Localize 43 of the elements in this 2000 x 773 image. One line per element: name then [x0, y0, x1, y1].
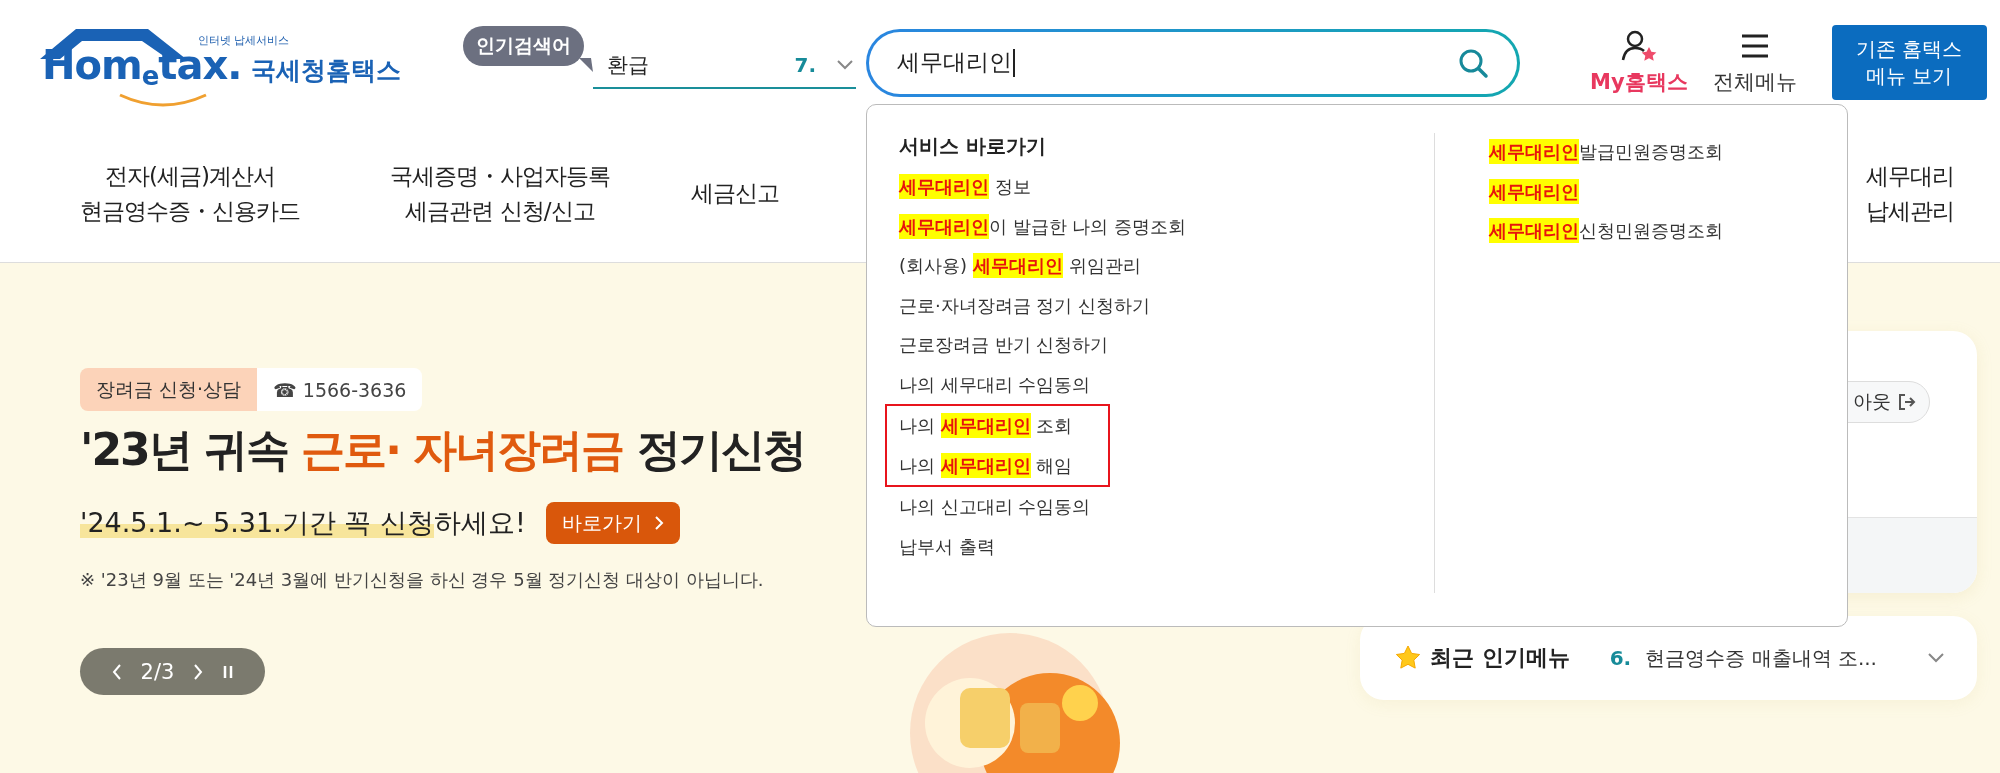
- nav-item[interactable]: 세금신고: [680, 176, 790, 211]
- nav-item[interactable]: 국세증명・사업자등록 세금관련 신청/신고: [350, 159, 650, 228]
- dropdown-item[interactable]: 나의 세무대리 수임동의: [899, 364, 1434, 404]
- dropdown-item[interactable]: 세무대리인 정보: [899, 167, 1434, 207]
- dropdown-item[interactable]: 근로·자녀장려금 정기 신청하기: [899, 285, 1434, 325]
- legacy-menu-button[interactable]: 기존 홈택스 메뉴 보기: [1831, 25, 1987, 100]
- dropdown-item[interactable]: 세무대리인: [1489, 171, 1723, 211]
- star-icon: [1394, 644, 1422, 672]
- bubble-tail-icon: [579, 57, 593, 72]
- dropdown-item[interactable]: 나의 신고대리 수임동의: [899, 487, 1434, 527]
- dropdown-heading: 서비스 바로가기: [899, 133, 1047, 160]
- next-icon[interactable]: [192, 662, 205, 681]
- header-link[interactable]: 전체메뉴: [1712, 29, 1797, 96]
- slide-counter: 2/3: [140, 659, 175, 684]
- dropdown-item[interactable]: 세무대리인이 발급한 나의 증명조회: [899, 206, 1434, 246]
- previous-icon[interactable]: [110, 662, 123, 681]
- dropdown-item[interactable]: 근로장려금 반기 신청하기: [899, 325, 1434, 365]
- banner-title: '23년 귀속 근로· 자녀장려금 정기신청: [80, 423, 805, 477]
- banner-tag: 장려금 신청·상담: [80, 368, 258, 411]
- user-star-icon: [1620, 29, 1657, 62]
- nav-item[interactable]: 전자(세금)계산서 현금영수증・신용카드: [40, 159, 340, 228]
- popular-menu-item[interactable]: 현금영수증 매출내역 조...: [1645, 644, 1927, 672]
- dropdown-item[interactable]: 세무대리인발급민원증명조회: [1489, 132, 1723, 172]
- dropdown-item[interactable]: 세무대리인신청민원증명조회: [1489, 211, 1723, 251]
- logo-tagline: 인터넷 납세서비스: [198, 32, 290, 48]
- popular-term: 환급: [607, 51, 650, 79]
- phone-number: ☎ 1566-3636: [257, 368, 423, 411]
- smile-arc-icon: [118, 92, 208, 107]
- popular-search-field[interactable]: 환급 7.: [593, 42, 856, 89]
- exit-icon: [1897, 392, 1917, 412]
- popular-rank: 7.: [794, 52, 816, 77]
- popular-search-badge: 인기검색어: [463, 25, 584, 66]
- chevron-down-icon: [1927, 652, 1945, 664]
- dropdown-item[interactable]: 납부서 출력: [899, 526, 1434, 566]
- popular-menu-rank: 6.: [1609, 646, 1632, 670]
- popular-menu-title: 최근 인기메뉴: [1430, 644, 1570, 672]
- header-link[interactable]: My홈택스: [1590, 29, 1688, 96]
- nav-item[interactable]: 세무대리 납세관리: [1860, 159, 1960, 228]
- banner-note: ※ '23년 9월 또는 '24년 3월에 반기신청을 하신 경우 5월 정기신청 대상이 아닙니다.: [80, 568, 765, 592]
- chevron-right-icon: [653, 515, 664, 531]
- go-button[interactable]: 바로가기: [545, 502, 680, 544]
- chevron-down-icon: [836, 58, 854, 71]
- logo-name[interactable]: 국세청홈택스: [251, 53, 402, 87]
